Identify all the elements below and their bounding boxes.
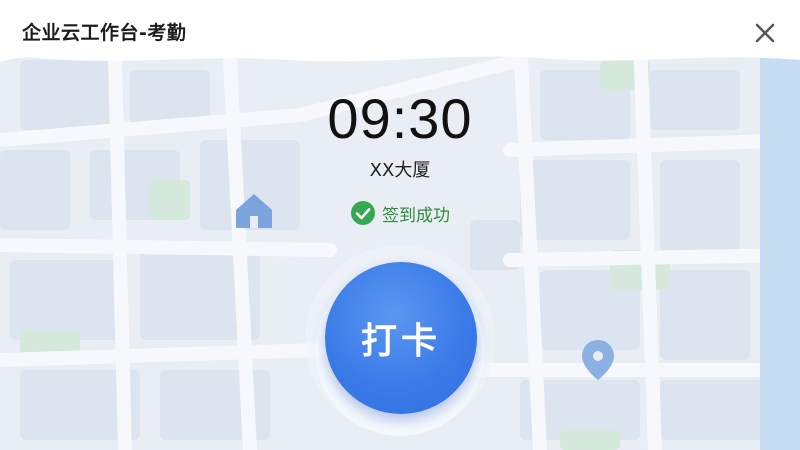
close-button[interactable] xyxy=(748,16,782,50)
status-text: 签到成功 xyxy=(382,205,450,226)
close-icon xyxy=(755,23,775,43)
title-bar: 企业云工作台-考勤 xyxy=(0,0,800,66)
status-badge: 签到成功 xyxy=(0,200,800,226)
app-title: 企业云工作台-考勤 xyxy=(22,22,187,44)
clock-time: 09:30 xyxy=(327,87,473,150)
punch-button-label: 打卡 xyxy=(360,321,441,362)
check-circle-icon xyxy=(351,201,375,225)
punch-button[interactable]: 打卡 xyxy=(325,262,477,414)
location-name: XX大厦 xyxy=(369,160,431,181)
